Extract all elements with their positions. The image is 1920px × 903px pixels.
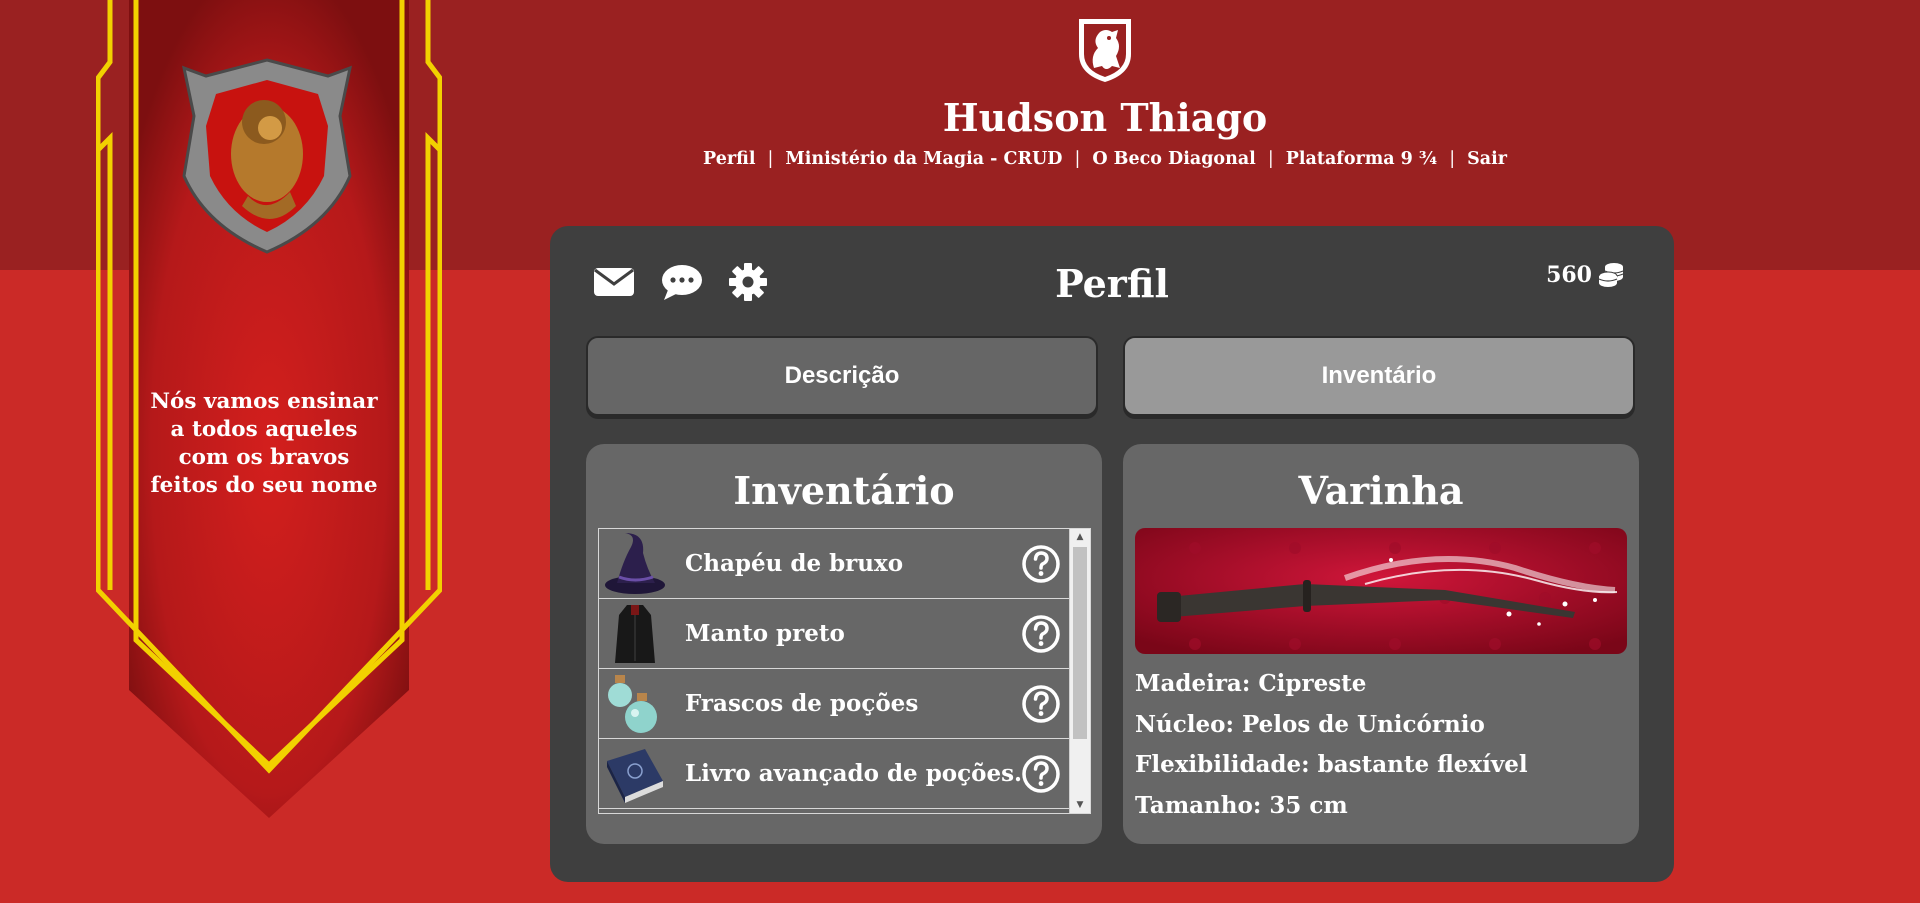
help-icon[interactable]	[1021, 754, 1061, 794]
inventory-item-robe[interactable]: Manto preto	[599, 599, 1069, 669]
nav-separator: |	[767, 149, 774, 169]
robe-icon	[615, 604, 655, 663]
panel-title: Perfil	[1055, 261, 1169, 306]
nav-separator: |	[1449, 149, 1456, 169]
wand-length: Tamanho: 35 cm	[1135, 791, 1348, 819]
inventory-item-label: Manto preto	[685, 620, 845, 647]
inventory-item-potions[interactable]: Frascos de poções	[599, 669, 1069, 739]
wand-wood: Madeira: Cipreste	[1135, 670, 1367, 697]
inventory-item-label: Frascos de poções	[685, 690, 919, 717]
inventory-scrollbar[interactable]: ▲ ▼	[1069, 529, 1090, 813]
scrollbar-thumb[interactable]	[1073, 547, 1087, 739]
help-icon[interactable]	[1021, 544, 1061, 584]
lion-shield-logo-icon[interactable]	[1076, 16, 1134, 84]
wand-properties: Madeira: Cipreste Núcleo: Pelos de Unicó…	[1135, 664, 1625, 826]
wand-title: Varinha	[1298, 468, 1464, 513]
coin-count: 560	[1546, 262, 1592, 288]
nav-separator: |	[1267, 149, 1274, 169]
scroll-up-arrow-icon[interactable]: ▲	[1070, 529, 1090, 545]
coins-icon	[1598, 263, 1624, 287]
nav-sair[interactable]: Sair	[1467, 149, 1507, 169]
main-nav: Perfil | Ministério da Magia - CRUD | O Beco…	[600, 148, 1610, 170]
nav-perfil[interactable]: Perfil	[703, 149, 755, 169]
wand-image	[1135, 528, 1627, 654]
nav-separator: |	[1074, 149, 1081, 169]
user-name-heading: Hudson Thiago	[942, 95, 1268, 140]
gryffindor-crest-icon	[178, 56, 356, 256]
book-icon	[607, 748, 663, 803]
wand-card: Varinha Madeira: Cipreste Núcleo: Pelos …	[1123, 444, 1639, 844]
wand-flexibility: Flexibilidade: bastante flexível	[1135, 751, 1528, 778]
inventory-card: Inventário Chapéu de bruxo Manto preto F…	[586, 444, 1102, 844]
potion-bottles-icon	[608, 674, 657, 733]
coin-balance: 560	[1546, 262, 1626, 288]
profile-panel: Perfil 560 Descrição Inventário Inventár…	[550, 226, 1674, 882]
wizard-hat-icon	[605, 532, 665, 594]
tab-inventario[interactable]: Inventário	[1123, 336, 1635, 416]
inventory-title: Inventário	[733, 468, 955, 513]
help-icon[interactable]	[1021, 614, 1061, 654]
nav-plataforma[interactable]: Plataforma 9 ¾	[1286, 149, 1437, 169]
inventory-item-book[interactable]: Livro avançado de poções.	[599, 739, 1069, 809]
inventory-item-wizard-hat[interactable]: Chapéu de bruxo	[599, 529, 1069, 599]
nav-ministerio[interactable]: Ministério da Magia - CRUD	[785, 149, 1062, 169]
nav-beco-diagonal[interactable]: O Beco Diagonal	[1092, 149, 1255, 169]
scroll-down-arrow-icon[interactable]: ▼	[1070, 797, 1090, 813]
inventory-list: Chapéu de bruxo Manto preto Frascos de p…	[598, 528, 1091, 814]
inventory-item-label: Livro avançado de poções.	[685, 760, 1023, 787]
house-banner: Nós vamos ensinar a todos aqueles com os…	[96, 0, 442, 820]
house-motto: Nós vamos ensinar a todos aqueles com os…	[150, 389, 378, 498]
inventory-item-label: Chapéu de bruxo	[685, 550, 904, 577]
wand-core: Núcleo: Pelos de Unicórnio	[1135, 710, 1485, 738]
tab-descricao[interactable]: Descrição	[586, 336, 1098, 416]
help-icon[interactable]	[1021, 684, 1061, 724]
